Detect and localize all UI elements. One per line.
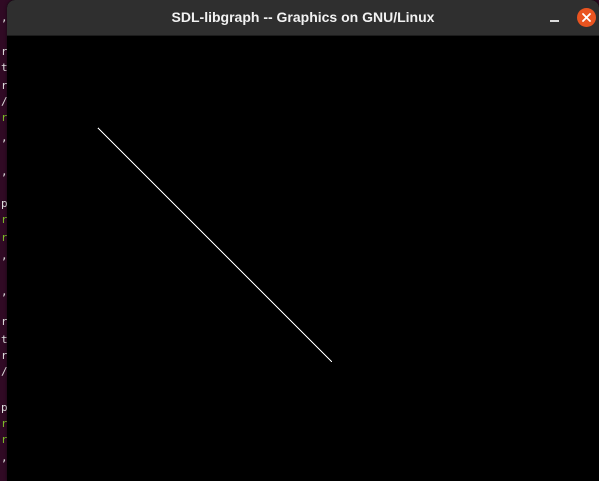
close-icon [582,13,591,22]
sdl-graphics-window: SDL-libgraph -- Graphics on GNU/Linux [7,0,599,481]
minimize-icon [550,20,559,22]
minimize-button[interactable] [544,8,564,28]
canvas-drawing [97,127,333,363]
window-title: SDL-libgraph -- Graphics on GNU/Linux [171,9,435,25]
drawn-line [97,127,333,363]
graphics-canvas[interactable] [7,36,599,481]
window-titlebar[interactable]: SDL-libgraph -- Graphics on GNU/Linux [7,0,599,36]
close-button[interactable] [577,8,596,27]
